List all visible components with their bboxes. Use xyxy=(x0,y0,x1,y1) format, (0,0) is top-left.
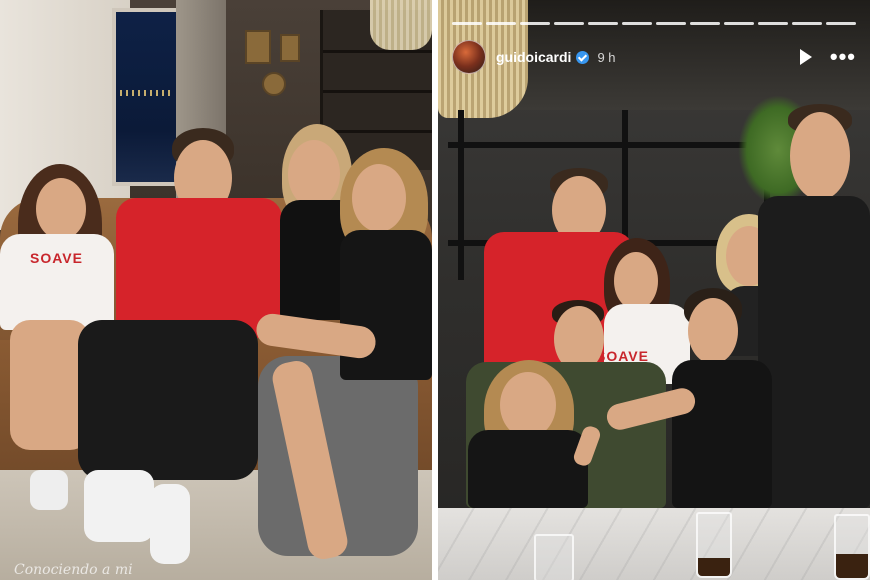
story-header: guidoicardi 9 h ••• xyxy=(452,40,856,74)
story-progress-segment xyxy=(452,22,482,25)
story-progress-segment xyxy=(758,22,788,25)
story-progress-segment xyxy=(554,22,584,25)
window xyxy=(112,8,180,186)
story-progress-segment xyxy=(588,22,618,25)
picture-frame xyxy=(280,34,300,62)
right-photo-story: SOAVE guidoicardi 9 h ••• xyxy=(438,0,870,580)
round-mirror xyxy=(262,72,286,96)
shirt-text: SOAVE xyxy=(30,250,83,266)
play-icon[interactable] xyxy=(799,49,812,65)
more-icon[interactable]: ••• xyxy=(830,46,856,68)
avatar[interactable] xyxy=(452,40,486,74)
story-progress-segment xyxy=(826,22,856,25)
verified-badge-icon xyxy=(576,50,590,64)
glass xyxy=(696,512,732,578)
story-progress-segment xyxy=(486,22,516,25)
story-progress-segment xyxy=(520,22,550,25)
story-progress-segment xyxy=(622,22,652,25)
chandelier xyxy=(370,0,432,50)
story-progress-segment xyxy=(656,22,686,25)
photo-caption: Conociendo a mi xyxy=(14,562,133,578)
marble-table xyxy=(438,508,870,580)
left-photo: SOAVE Conociendo a mi xyxy=(0,0,432,580)
story-progress-segment xyxy=(690,22,720,25)
username[interactable]: guidoicardi xyxy=(496,49,571,65)
glass xyxy=(834,514,870,580)
picture-frame xyxy=(245,30,271,64)
story-progress-bar xyxy=(452,22,856,25)
glass xyxy=(534,534,574,580)
story-timestamp: 9 h xyxy=(597,49,616,65)
story-progress-segment xyxy=(792,22,822,25)
story-progress-segment xyxy=(724,22,754,25)
story-actions: ••• xyxy=(799,46,856,68)
